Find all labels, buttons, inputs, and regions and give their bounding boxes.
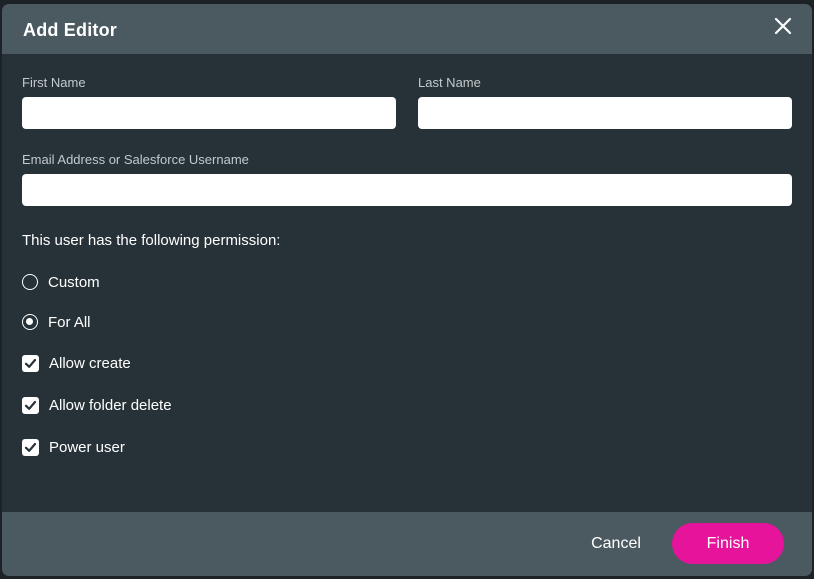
- first-name-label: First Name: [22, 75, 86, 90]
- checkbox-power-user-label: Power user: [49, 438, 125, 456]
- dialog-title: Add Editor: [23, 20, 117, 40]
- checkbox-checked-icon[interactable]: [22, 354, 39, 372]
- radio-selected-icon[interactable]: [22, 314, 38, 330]
- radio-for-all[interactable]: For All: [22, 312, 91, 332]
- dialog-footer: Cancel Finish: [2, 512, 812, 576]
- checkbox-allow-create-label: Allow create: [49, 354, 131, 372]
- close-icon[interactable]: [771, 14, 795, 38]
- cancel-button[interactable]: Cancel: [577, 532, 655, 556]
- last-name-input[interactable]: [418, 97, 792, 129]
- radio-custom[interactable]: Custom: [22, 272, 100, 292]
- first-name-input[interactable]: [22, 97, 396, 129]
- checkbox-power-user[interactable]: Power user: [22, 437, 125, 457]
- checkbox-allow-create[interactable]: Allow create: [22, 353, 131, 373]
- radio-unselected-icon[interactable]: [22, 274, 38, 290]
- finish-button[interactable]: Finish: [672, 523, 784, 564]
- email-input[interactable]: [22, 174, 792, 206]
- radio-for-all-label: For All: [48, 313, 91, 331]
- permission-heading: This user has the following permission:: [22, 232, 281, 249]
- checkbox-checked-icon[interactable]: [22, 396, 39, 414]
- checkbox-checked-icon[interactable]: [22, 438, 39, 456]
- email-label: Email Address or Salesforce Username: [22, 152, 249, 167]
- add-editor-dialog: Add Editor First Name Last Name Email Ad…: [2, 4, 812, 576]
- checkbox-allow-folder-delete-label: Allow folder delete: [49, 396, 172, 414]
- dialog-header: Add Editor: [2, 4, 812, 54]
- last-name-label: Last Name: [418, 75, 481, 90]
- checkbox-allow-folder-delete[interactable]: Allow folder delete: [22, 395, 172, 415]
- radio-custom-label: Custom: [48, 273, 100, 291]
